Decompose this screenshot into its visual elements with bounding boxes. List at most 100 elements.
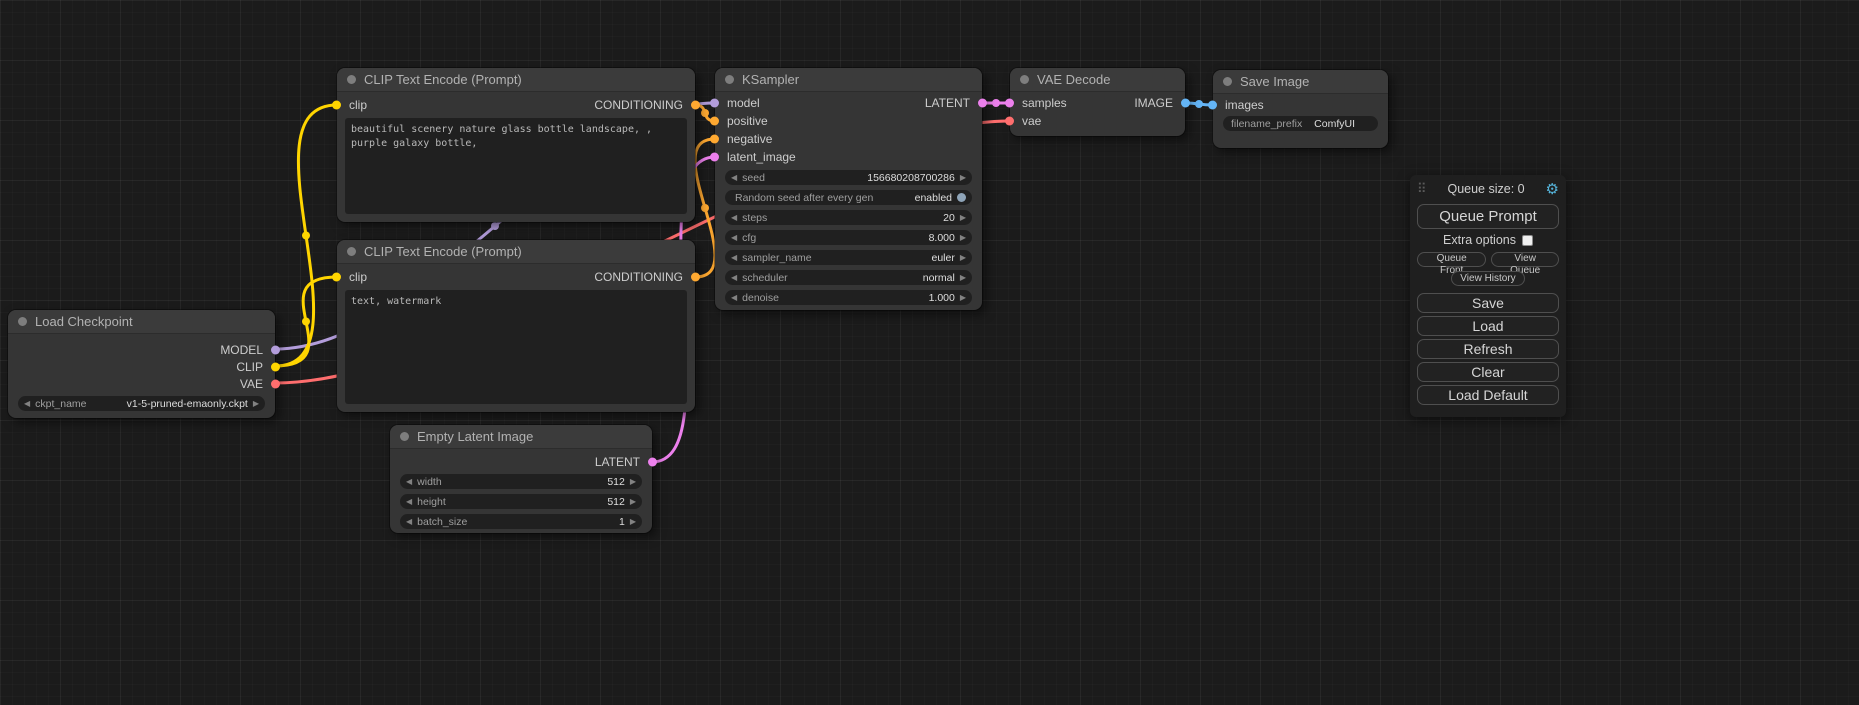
node-ksampler[interactable]: KSampler model LATENT positive negative …: [715, 68, 982, 310]
node-title-text: VAE Decode: [1037, 72, 1110, 87]
input-port-clip[interactable]: [332, 101, 341, 110]
collapse-dot[interactable]: [725, 75, 734, 84]
widget-scheduler[interactable]: ◀ scheduler normal ▶: [725, 270, 972, 285]
node-vae-decode[interactable]: VAE Decode samples IMAGE vae: [1010, 68, 1185, 136]
load-default-button[interactable]: Load Default: [1417, 385, 1559, 405]
decrement-arrow-icon[interactable]: ◀: [731, 234, 737, 242]
widget-width[interactable]: ◀ width 512 ▶: [400, 474, 642, 489]
collapse-dot[interactable]: [347, 75, 356, 84]
increment-arrow-icon[interactable]: ▶: [960, 234, 966, 242]
decrement-arrow-icon[interactable]: ◀: [406, 518, 412, 526]
output-port-conditioning[interactable]: [691, 273, 700, 282]
output-port-model[interactable]: [271, 345, 280, 354]
output-label-clip: CLIP: [236, 360, 263, 374]
widget-batch-size[interactable]: ◀ batch_size 1 ▶: [400, 514, 642, 529]
increment-arrow-icon[interactable]: ▶: [630, 478, 636, 486]
input-port-images[interactable]: [1208, 101, 1217, 110]
prev-value-arrow-icon[interactable]: ◀: [24, 400, 30, 408]
output-row-latent: LATENT: [390, 453, 652, 471]
widget-value: 1.000: [779, 292, 955, 304]
node-clip-text-encode-positive[interactable]: CLIP Text Encode (Prompt) clip CONDITION…: [337, 68, 695, 222]
queue-front-button[interactable]: Queue Front: [1417, 252, 1486, 267]
clear-button[interactable]: Clear: [1417, 362, 1559, 382]
collapse-dot[interactable]: [347, 247, 356, 256]
widget-cfg[interactable]: ◀ cfg 8.000 ▶: [725, 230, 972, 245]
widget-value: 512: [442, 476, 625, 488]
node-title-bar[interactable]: CLIP Text Encode (Prompt): [337, 240, 695, 264]
output-port-vae[interactable]: [271, 379, 280, 388]
widget-label: filename_prefix: [1231, 118, 1302, 130]
refresh-button[interactable]: Refresh: [1417, 339, 1559, 359]
view-history-button[interactable]: View History: [1451, 271, 1524, 286]
node-title-bar[interactable]: KSampler: [715, 68, 982, 92]
prompt-textarea[interactable]: text, watermark: [345, 290, 687, 404]
widget-sampler-name[interactable]: ◀ sampler_name euler ▶: [725, 250, 972, 265]
node-title-bar[interactable]: CLIP Text Encode (Prompt): [337, 68, 695, 92]
output-row-model: MODEL: [8, 341, 275, 358]
drag-handle-icon[interactable]: ⠿: [1417, 181, 1427, 197]
increment-arrow-icon[interactable]: ▶: [630, 518, 636, 526]
node-title-bar[interactable]: VAE Decode: [1010, 68, 1185, 92]
save-button[interactable]: Save: [1417, 293, 1559, 313]
next-value-arrow-icon[interactable]: ▶: [960, 254, 966, 262]
increment-arrow-icon[interactable]: ▶: [630, 498, 636, 506]
input-port-negative[interactable]: [710, 135, 719, 144]
decrement-arrow-icon[interactable]: ◀: [731, 214, 737, 222]
widget-seed[interactable]: ◀ seed 156680208700286 ▶: [725, 170, 972, 185]
load-button[interactable]: Load: [1417, 316, 1559, 336]
widget-random-seed-toggle[interactable]: Random seed after every gen enabled: [725, 190, 972, 205]
input-port-vae[interactable]: [1005, 117, 1014, 126]
node-save-image[interactable]: Save Image images filename_prefix ComfyU…: [1213, 70, 1388, 148]
widget-ckpt-name[interactable]: ◀ ckpt_name v1-5-pruned-emaonly.ckpt ▶: [18, 396, 265, 411]
next-value-arrow-icon[interactable]: ▶: [253, 400, 259, 408]
input-port-clip[interactable]: [332, 273, 341, 282]
node-title-bar[interactable]: Empty Latent Image: [390, 425, 652, 449]
output-port-latent[interactable]: [648, 458, 657, 467]
prompt-textarea[interactable]: beautiful scenery nature glass bottle la…: [345, 118, 687, 214]
node-empty-latent-image[interactable]: Empty Latent Image LATENT ◀ width 512 ▶ …: [390, 425, 652, 533]
widget-steps[interactable]: ◀ steps 20 ▶: [725, 210, 972, 225]
input-label-latent-image: latent_image: [727, 150, 796, 164]
widget-height[interactable]: ◀ height 512 ▶: [400, 494, 642, 509]
widget-label: height: [417, 496, 446, 508]
decrement-arrow-icon[interactable]: ◀: [731, 174, 737, 182]
increment-arrow-icon[interactable]: ▶: [960, 174, 966, 182]
widget-filename-prefix[interactable]: filename_prefix ComfyUI: [1223, 116, 1378, 131]
input-port-model[interactable]: [710, 99, 719, 108]
input-port-positive[interactable]: [710, 117, 719, 126]
output-port-latent[interactable]: [978, 99, 987, 108]
decrement-arrow-icon[interactable]: ◀: [406, 498, 412, 506]
prev-value-arrow-icon[interactable]: ◀: [731, 254, 737, 262]
collapse-dot[interactable]: [1223, 77, 1232, 86]
input-port-samples[interactable]: [1005, 99, 1014, 108]
slot-row: vae: [1010, 112, 1185, 130]
prev-value-arrow-icon[interactable]: ◀: [731, 274, 737, 282]
settings-gear-icon[interactable]: ⚙: [1546, 180, 1559, 198]
decrement-arrow-icon[interactable]: ◀: [731, 294, 737, 302]
widget-denoise[interactable]: ◀ denoise 1.000 ▶: [725, 290, 972, 305]
node-title-bar[interactable]: Save Image: [1213, 70, 1388, 94]
collapse-dot[interactable]: [18, 317, 27, 326]
collapse-dot[interactable]: [400, 432, 409, 441]
decrement-arrow-icon[interactable]: ◀: [406, 478, 412, 486]
output-label-image: IMAGE: [1134, 96, 1173, 110]
node-title-text: CLIP Text Encode (Prompt): [364, 72, 522, 87]
queue-prompt-button[interactable]: Queue Prompt: [1417, 204, 1559, 229]
input-port-latent-image[interactable]: [710, 153, 719, 162]
next-value-arrow-icon[interactable]: ▶: [960, 274, 966, 282]
extra-options-checkbox[interactable]: [1522, 235, 1533, 246]
output-port-clip[interactable]: [271, 362, 280, 371]
toggle-indicator-icon[interactable]: [957, 193, 966, 202]
node-load-checkpoint[interactable]: Load Checkpoint MODEL CLIP VAE ◀ ckpt_na…: [8, 310, 275, 418]
slot-row: latent_image: [715, 148, 982, 166]
collapse-dot[interactable]: [1020, 75, 1029, 84]
node-title-bar[interactable]: Load Checkpoint: [8, 310, 275, 334]
view-queue-button[interactable]: View Queue: [1491, 252, 1559, 267]
slot-row: images: [1213, 96, 1388, 114]
increment-arrow-icon[interactable]: ▶: [960, 214, 966, 222]
output-port-conditioning[interactable]: [691, 101, 700, 110]
output-port-image[interactable]: [1181, 99, 1190, 108]
increment-arrow-icon[interactable]: ▶: [960, 294, 966, 302]
widget-label: cfg: [742, 232, 756, 244]
node-clip-text-encode-negative[interactable]: CLIP Text Encode (Prompt) clip CONDITION…: [337, 240, 695, 412]
